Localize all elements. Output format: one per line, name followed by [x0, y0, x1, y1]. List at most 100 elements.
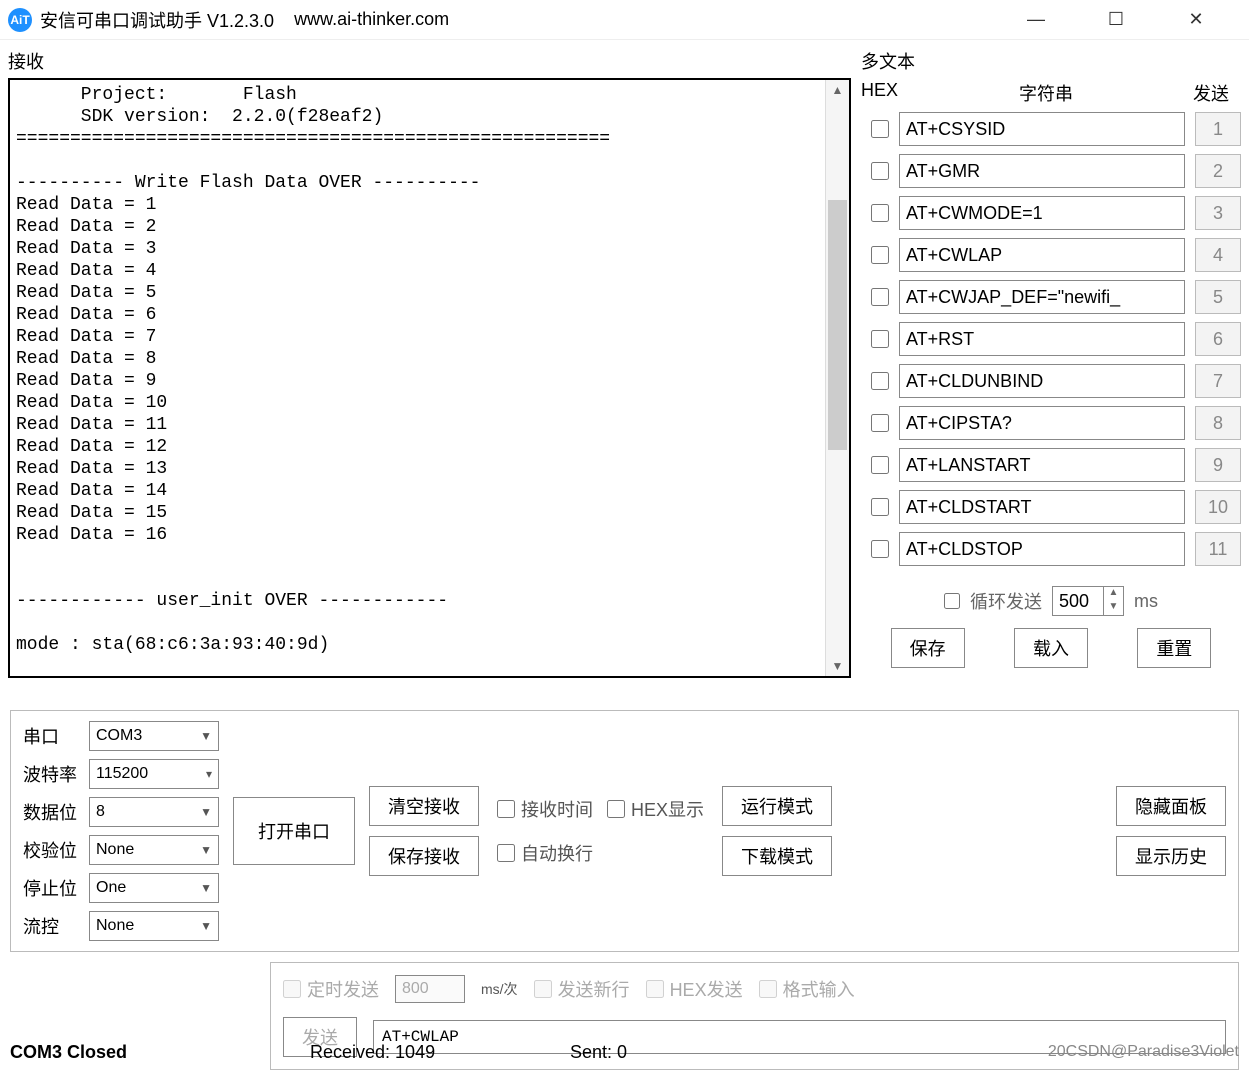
status-port: COM3 Closed — [10, 1042, 310, 1063]
show-history-button[interactable]: 显示历史 — [1116, 836, 1226, 876]
chevron-down-icon: ▼ — [200, 729, 212, 743]
port-select[interactable]: COM3▼ — [89, 721, 219, 751]
cmd-hex-checkbox[interactable] — [871, 288, 889, 306]
run-mode-button[interactable]: 运行模式 — [722, 786, 832, 826]
cmd-row: 4 — [861, 238, 1241, 272]
multitext-label: 多文本 — [861, 44, 1241, 78]
cmd-send-button[interactable]: 10 — [1195, 490, 1241, 524]
cmd-text-input[interactable] — [899, 364, 1185, 398]
interval-unit: ms/次 — [481, 979, 518, 999]
flow-select[interactable]: None▼ — [89, 911, 219, 941]
cmd-hex-checkbox[interactable] — [871, 162, 889, 180]
cmd-text-input[interactable] — [899, 112, 1185, 146]
stopbits-select[interactable]: One▼ — [89, 873, 219, 903]
cmd-text-input[interactable] — [899, 448, 1185, 482]
hex-display-checkbox[interactable] — [607, 800, 625, 818]
app-icon: AiT — [8, 8, 32, 32]
cmd-text-input[interactable] — [899, 490, 1185, 524]
cmd-hex-checkbox[interactable] — [871, 540, 889, 558]
timed-interval-input — [395, 975, 465, 1003]
send-newline-checkbox — [534, 980, 552, 998]
scroll-down-icon[interactable]: ▼ — [826, 656, 849, 676]
auto-wrap-checkbox[interactable] — [497, 844, 515, 862]
loop-send-checkbox[interactable] — [944, 593, 960, 609]
cmd-row: 11 — [861, 532, 1241, 566]
spin-down-icon[interactable]: ▼ — [1104, 601, 1123, 615]
cmd-text-input[interactable] — [899, 154, 1185, 188]
cmd-hex-checkbox[interactable] — [871, 330, 889, 348]
cmd-row: 6 — [861, 322, 1241, 356]
receive-text[interactable]: Project: Flash SDK version: 2.2.0(f28eaf… — [10, 80, 825, 676]
receive-box: Project: Flash SDK version: 2.2.0(f28eaf… — [8, 78, 851, 678]
cmd-text-input[interactable] — [899, 196, 1185, 230]
cmd-hex-checkbox[interactable] — [871, 204, 889, 222]
close-button[interactable]: ✕ — [1181, 5, 1211, 35]
cmd-send-button[interactable]: 4 — [1195, 238, 1241, 272]
status-sent: Sent: 0 — [570, 1042, 770, 1063]
cmd-row: 10 — [861, 490, 1241, 524]
load-cmds-button[interactable]: 载入 — [1014, 628, 1088, 668]
scroll-up-icon[interactable]: ▲ — [826, 80, 849, 100]
receive-label: 接收 — [8, 44, 851, 78]
save-cmds-button[interactable]: 保存 — [891, 628, 965, 668]
cmd-send-button[interactable]: 2 — [1195, 154, 1241, 188]
cmd-row: 1 — [861, 112, 1241, 146]
cmd-send-button[interactable]: 11 — [1195, 532, 1241, 566]
chevron-down-icon: ▾ — [206, 767, 212, 781]
databits-select[interactable]: 8▼ — [89, 797, 219, 827]
format-input-label: 格式输入 — [783, 976, 855, 1002]
status-bar: COM3 Closed Received: 1049 Sent: 0 20CSD… — [0, 1036, 1249, 1068]
minimize-button[interactable]: — — [1021, 5, 1051, 35]
cmd-row: 7 — [861, 364, 1241, 398]
hex-send-checkbox — [646, 980, 664, 998]
reset-cmds-button[interactable]: 重置 — [1137, 628, 1211, 668]
cmd-text-input[interactable] — [899, 406, 1185, 440]
header-hex: HEX — [861, 80, 911, 106]
stopbits-label: 停止位 — [23, 875, 83, 901]
hex-send-label: HEX发送 — [670, 976, 743, 1002]
scrollbar[interactable]: ▲ ▼ — [825, 80, 849, 676]
cmd-hex-checkbox[interactable] — [871, 414, 889, 432]
cmd-hex-checkbox[interactable] — [871, 246, 889, 264]
cmd-send-button[interactable]: 5 — [1195, 280, 1241, 314]
baud-select[interactable]: 115200▾ — [89, 759, 219, 789]
maximize-button[interactable]: ☐ — [1101, 5, 1131, 35]
cmd-send-button[interactable]: 6 — [1195, 322, 1241, 356]
clear-receive-button[interactable]: 清空接收 — [369, 786, 479, 826]
cmd-send-button[interactable]: 3 — [1195, 196, 1241, 230]
scroll-thumb[interactable] — [828, 200, 847, 450]
cmd-send-button[interactable]: 1 — [1195, 112, 1241, 146]
control-panel: 串口 COM3▼ 波特率 115200▾ 数据位 8▼ 校验位 None▼ 停止… — [10, 710, 1239, 952]
cmd-send-button[interactable]: 7 — [1195, 364, 1241, 398]
save-receive-button[interactable]: 保存接收 — [369, 836, 479, 876]
cmd-hex-checkbox[interactable] — [871, 120, 889, 138]
hide-panel-button[interactable]: 隐藏面板 — [1116, 786, 1226, 826]
port-label: 串口 — [23, 723, 83, 749]
cmd-row: 5 — [861, 280, 1241, 314]
auto-wrap-label: 自动换行 — [521, 840, 593, 866]
cmd-hex-checkbox[interactable] — [871, 498, 889, 516]
parity-select[interactable]: None▼ — [89, 835, 219, 865]
cmd-text-input[interactable] — [899, 280, 1185, 314]
header-send: 发送 — [1181, 80, 1241, 106]
status-watermark: 20CSDN@Paradise3Violet — [1048, 1043, 1239, 1061]
parity-label: 校验位 — [23, 837, 83, 863]
cmd-send-button[interactable]: 9 — [1195, 448, 1241, 482]
cmd-text-input[interactable] — [899, 322, 1185, 356]
cmd-text-input[interactable] — [899, 238, 1185, 272]
cmd-text-input[interactable] — [899, 532, 1185, 566]
cmd-row: 8 — [861, 406, 1241, 440]
baud-label: 波特率 — [23, 761, 83, 787]
download-mode-button[interactable]: 下载模式 — [722, 836, 832, 876]
chevron-down-icon: ▼ — [200, 843, 212, 857]
loop-interval-input[interactable] — [1053, 589, 1103, 614]
chevron-down-icon: ▼ — [200, 881, 212, 895]
open-port-button[interactable]: 打开串口 — [233, 797, 355, 865]
recv-time-checkbox[interactable] — [497, 800, 515, 818]
hex-display-label: HEX显示 — [631, 796, 704, 822]
cmd-hex-checkbox[interactable] — [871, 456, 889, 474]
spin-up-icon[interactable]: ▲ — [1104, 587, 1123, 601]
cmd-send-button[interactable]: 8 — [1195, 406, 1241, 440]
cmd-hex-checkbox[interactable] — [871, 372, 889, 390]
cmd-row: 9 — [861, 448, 1241, 482]
